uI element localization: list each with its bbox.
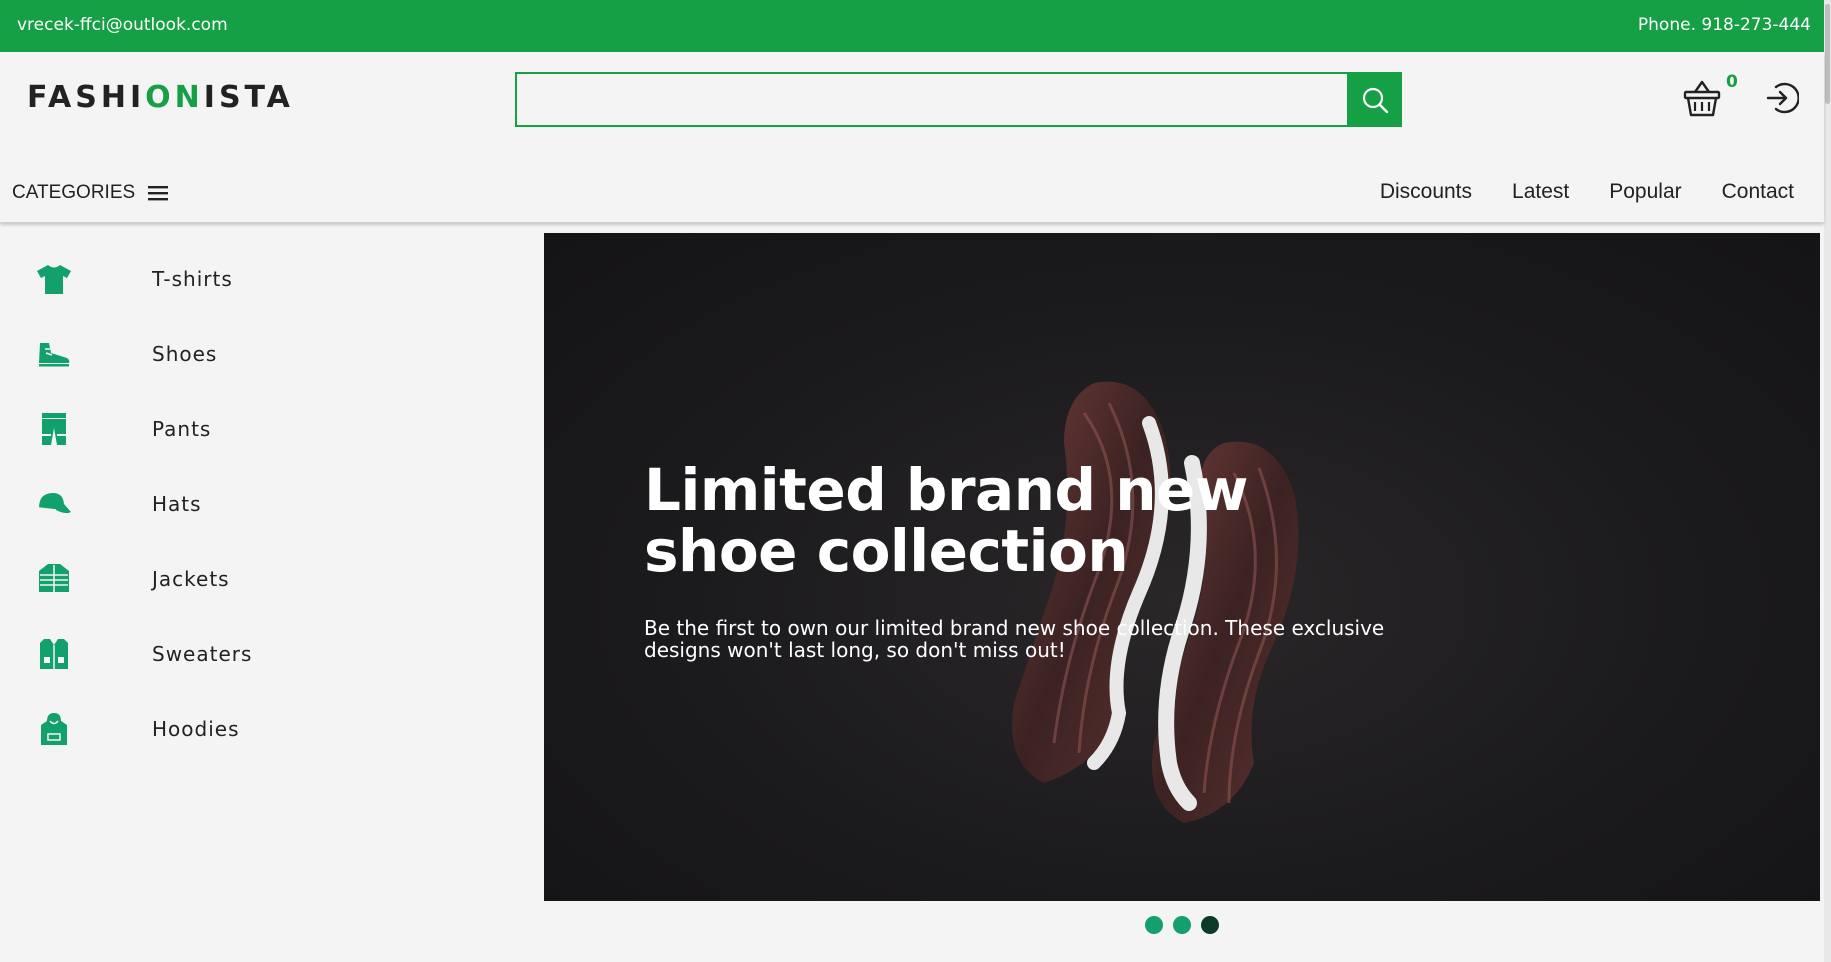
scrollbar-thumb[interactable]	[1825, 4, 1830, 104]
main-nav: Discounts Latest Popular Contact	[1380, 180, 1794, 204]
nav-discounts[interactable]: Discounts	[1380, 180, 1472, 204]
sidebar-item-label: Shoes	[152, 341, 218, 366]
hamburger-menu-icon	[148, 186, 169, 201]
sidebar-item-hoodies[interactable]: Hoodies	[0, 691, 520, 766]
hero-subtitle: Be the first to own our limited brand ne…	[644, 616, 1385, 662]
sidebar-item-hats[interactable]: Hats	[0, 466, 520, 541]
sweater-icon	[40, 638, 68, 669]
sidebar-item-label: Jackets	[152, 566, 230, 591]
hoodie-icon	[41, 712, 67, 745]
jacket-icon	[39, 563, 69, 592]
categories-label: CATEGORIES	[12, 182, 136, 203]
nav-contact[interactable]: Contact	[1722, 180, 1794, 204]
sidebar-item-label: Pants	[152, 416, 212, 441]
search-icon	[1362, 87, 1388, 113]
logo-text-1: FASHI	[27, 80, 146, 115]
carousel-dot-1[interactable]	[1145, 916, 1163, 934]
nav-popular[interactable]: Popular	[1609, 180, 1681, 204]
logo-text-2: ISTA	[203, 80, 294, 115]
sidebar-item-shoes[interactable]: Shoes	[0, 316, 520, 391]
pants-icon	[42, 412, 66, 445]
sidebar-item-label: T-shirts	[152, 266, 233, 291]
search-bar	[515, 72, 1402, 127]
carousel-dot-3[interactable]	[1201, 916, 1219, 934]
search-button[interactable]	[1347, 72, 1402, 127]
carousel-dots	[1145, 916, 1219, 934]
category-sidebar: T-shirts Shoes Pants Hats Jackets Sweate…	[0, 241, 520, 766]
hero-title: Limited brand new shoe collection	[644, 456, 1248, 585]
sidebar-item-pants[interactable]: Pants	[0, 391, 520, 466]
sidebar-item-sweaters[interactable]: Sweaters	[0, 616, 520, 691]
nav-latest[interactable]: Latest	[1512, 180, 1569, 204]
carousel-dot-2[interactable]	[1173, 916, 1191, 934]
contact-phone[interactable]: Phone. 918-273-444	[1638, 15, 1811, 35]
shoe-icon	[39, 342, 70, 366]
sidebar-item-jackets[interactable]: Jackets	[0, 541, 520, 616]
login-icon[interactable]	[1765, 81, 1799, 115]
page-scrollbar[interactable]	[1824, 0, 1831, 962]
sidebar-item-tshirts[interactable]: T-shirts	[0, 241, 520, 316]
categories-toggle[interactable]: CATEGORIES	[12, 182, 169, 204]
tshirt-icon	[37, 264, 71, 294]
cap-icon	[38, 492, 71, 513]
top-bar: vrecek-ffci@outlook.com Phone. 918-273-4…	[0, 0, 1831, 52]
basket-icon[interactable]	[1683, 78, 1721, 118]
hero-banner[interactable]: Limited brand new shoe collection Be the…	[544, 233, 1820, 901]
sidebar-item-label: Sweaters	[152, 641, 253, 666]
sneakers-image	[1012, 381, 1299, 823]
contact-email[interactable]: vrecek-ffci@outlook.com	[17, 15, 228, 35]
logo-text-accent: ON	[145, 80, 204, 115]
site-logo[interactable]: FASHIONISTA	[27, 80, 294, 115]
sidebar-item-label: Hoodies	[152, 716, 240, 741]
header: FASHIONISTA 0 CATEGORIES Discounts Lates…	[0, 52, 1824, 223]
sidebar-item-label: Hats	[152, 491, 202, 516]
cart-count-badge: 0	[1726, 72, 1738, 92]
search-input[interactable]	[517, 74, 1348, 125]
